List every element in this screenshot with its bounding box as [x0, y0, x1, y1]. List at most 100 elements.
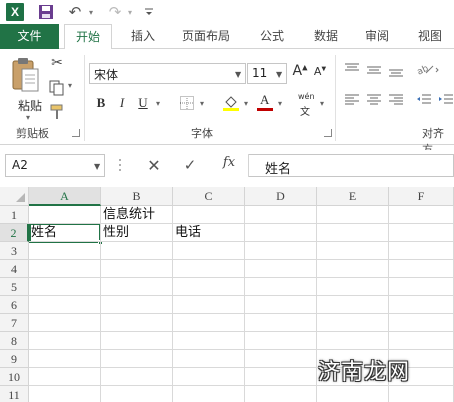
select-all-button[interactable] [0, 187, 29, 206]
name-box[interactable]: A2 ▼ [5, 154, 105, 177]
formula-value: 姓名 [265, 162, 292, 177]
cell-b1[interactable]: 信息统计 [101, 206, 155, 224]
row-header-7[interactable]: 7 [0, 314, 29, 332]
quick-access-toolbar: X ↶ ▾ ↷ ▾ [0, 0, 454, 24]
select-all-icon [16, 193, 25, 202]
chevron-down-icon: ▼ [235, 70, 242, 79]
tab-insert[interactable]: 插入 [121, 24, 165, 49]
tab-formulas[interactable]: 公式 [250, 24, 294, 49]
excel-logo-icon: X [6, 3, 24, 21]
font-launcher-icon[interactable] [324, 129, 332, 137]
chevron-down-icon: ▼ [276, 70, 283, 79]
svg-text:ab: ab [416, 64, 430, 76]
group-divider [84, 55, 85, 141]
save-icon[interactable] [38, 2, 54, 22]
column-header-c[interactable]: C [173, 187, 245, 206]
copy-icon[interactable] [48, 79, 66, 97]
cut-icon[interactable]: ✂ [48, 55, 66, 73]
insert-function-icon[interactable]: fx [218, 155, 240, 175]
gridline [316, 206, 317, 402]
align-top-icon[interactable] [344, 63, 360, 77]
paste-button[interactable]: 粘贴 ▾ [6, 55, 43, 122]
customize-toolbar-icon[interactable] [143, 2, 155, 22]
italic-button[interactable]: I [113, 93, 131, 113]
row-header-9[interactable]: 9 [0, 350, 29, 368]
grow-font-button[interactable]: A▲ [292, 63, 308, 83]
font-size-select[interactable]: 11 ▼ [247, 63, 287, 84]
row-header-5[interactable]: 5 [0, 278, 29, 296]
increase-indent-icon[interactable] [438, 93, 454, 107]
underline-button[interactable]: U [134, 93, 152, 113]
font-size-value: 11 [252, 66, 268, 80]
bold-button[interactable]: B [92, 93, 110, 113]
tab-view[interactable]: 视图 [408, 24, 452, 49]
row-header-4[interactable]: 4 [0, 260, 29, 278]
gridline [29, 295, 454, 296]
clipboard-launcher-icon[interactable] [72, 129, 80, 137]
paste-dropdown-icon[interactable]: ▾ [26, 113, 30, 122]
borders-dropdown-icon[interactable]: ▾ [200, 99, 204, 108]
row-header-10[interactable]: 10 [0, 368, 29, 386]
align-bottom-icon[interactable] [388, 63, 404, 77]
row-header-6[interactable]: 6 [0, 296, 29, 314]
cell-b2[interactable]: 性别 [101, 224, 129, 242]
clipboard-group-label: 剪贴板 [16, 127, 49, 140]
row-header-1[interactable]: 1 [0, 206, 29, 224]
underline-dropdown-icon[interactable]: ▾ [156, 99, 160, 108]
font-name-select[interactable]: 宋体 ▼ [89, 63, 246, 84]
cell-a2[interactable]: 姓名 [29, 224, 57, 242]
shrink-font-button[interactable]: A▼ [312, 65, 328, 83]
gridline [29, 277, 454, 278]
redo-icon[interactable]: ↷ [106, 2, 124, 22]
ribbon-home: 粘贴 ▾ ✂ ▾ 剪贴板 宋体 ▼ 11 ▼ A▲ A▼ B I U ▾ ▾ ▾… [0, 49, 454, 156]
fill-color-dropdown-icon[interactable]: ▾ [244, 99, 248, 108]
decrease-indent-icon[interactable] [416, 93, 432, 107]
fill-color-icon[interactable] [222, 93, 240, 113]
row-header-3[interactable]: 3 [0, 242, 29, 260]
borders-icon[interactable] [178, 93, 196, 113]
name-box-value: A2 [12, 158, 28, 172]
tab-data[interactable]: 数据 [304, 24, 348, 49]
row-header-8[interactable]: 8 [0, 332, 29, 350]
paste-label: 粘贴 [18, 99, 43, 113]
tab-review[interactable]: 审阅 [355, 24, 399, 49]
cancel-icon[interactable]: ✕ [144, 156, 164, 176]
phonetic-dropdown-icon[interactable]: ▾ [320, 99, 324, 108]
cell-c2[interactable]: 电话 [173, 224, 201, 242]
gridline [29, 313, 454, 314]
row-header-11[interactable]: 11 [0, 386, 29, 402]
gridline [29, 241, 454, 242]
undo-dropdown-icon[interactable]: ▾ [86, 2, 96, 22]
column-header-b[interactable]: B [101, 187, 173, 206]
font-color-dropdown-icon[interactable]: ▾ [278, 99, 282, 108]
align-center-icon[interactable] [366, 93, 382, 107]
align-left-icon[interactable] [344, 93, 360, 107]
gridline [29, 331, 454, 332]
font-group-label: 字体 [191, 127, 213, 140]
gridline [29, 223, 454, 224]
row-header-2[interactable]: 2 [0, 224, 29, 242]
undo-icon[interactable]: ↶ [66, 2, 84, 22]
gridline [244, 206, 245, 402]
align-right-icon[interactable] [388, 93, 404, 107]
redo-dropdown-icon[interactable]: ▾ [125, 2, 135, 22]
phonetic-guide-icon[interactable]: wén 文 [297, 92, 319, 118]
format-painter-icon[interactable] [48, 103, 66, 121]
formula-bar-grip-icon[interactable] [118, 158, 122, 172]
font-name-value: 宋体 [94, 68, 119, 82]
orientation-icon[interactable]: ab [416, 62, 439, 78]
align-middle-icon[interactable] [366, 63, 382, 77]
column-header-a[interactable]: A [29, 187, 101, 206]
column-header-d[interactable]: D [245, 187, 317, 206]
tab-home[interactable]: 开始 [64, 24, 112, 50]
tab-file[interactable]: 文件 [0, 24, 59, 49]
formula-bar: A2 ▼ ✕ ✓ fx 姓名 [0, 150, 454, 182]
copy-dropdown-icon[interactable]: ▾ [68, 81, 72, 90]
column-header-f[interactable]: F [389, 187, 454, 206]
gridline [29, 349, 454, 350]
formula-input[interactable]: 姓名 [249, 154, 454, 177]
enter-icon[interactable]: ✓ [180, 156, 200, 176]
font-color-icon[interactable]: A [256, 92, 274, 113]
tab-page-layout[interactable]: 页面布局 [172, 24, 240, 49]
column-header-e[interactable]: E [317, 187, 389, 206]
